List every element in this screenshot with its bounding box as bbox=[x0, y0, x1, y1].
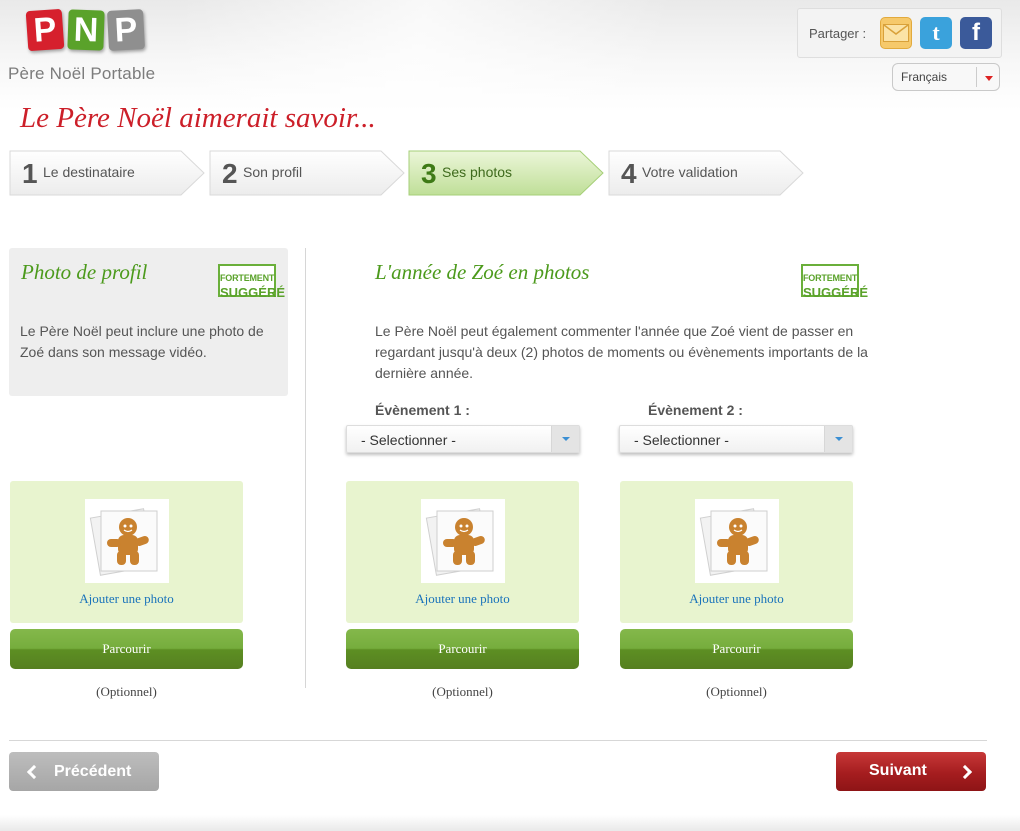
suggested-badge: FORTEMENT SUGGÉRÉ bbox=[218, 264, 286, 300]
event-1-select[interactable]: - Selectionner - bbox=[346, 425, 580, 453]
badge-bottom-text: SUGGÉRÉ bbox=[220, 285, 286, 300]
logo-tile-p2[interactable]: P bbox=[106, 9, 146, 51]
browse-button[interactable]: Parcourir bbox=[620, 629, 853, 669]
add-photo-link[interactable]: Ajouter une photo bbox=[10, 591, 243, 607]
select-value: - Selectionner - bbox=[634, 432, 729, 448]
badge-top-text: FORTEMENT bbox=[220, 273, 275, 283]
badge-top-text: FORTEMENT bbox=[803, 273, 858, 283]
logo-tile-n[interactable]: N bbox=[67, 9, 105, 51]
step-label: Votre validation bbox=[642, 164, 738, 180]
brand-name: Père Noël Portable bbox=[8, 64, 156, 83]
mail-icon[interactable] bbox=[880, 17, 912, 49]
photo-card-event-2[interactable]: Ajouter une photo bbox=[620, 481, 853, 623]
previous-button[interactable]: Précédent bbox=[9, 752, 159, 791]
select-value: - Selectionner - bbox=[361, 432, 456, 448]
photo-card-event-1[interactable]: Ajouter une photo bbox=[346, 481, 579, 623]
events-section-title: L'année de Zoé en photos bbox=[375, 260, 590, 284]
event-1-label: Évènement 1 : bbox=[375, 402, 470, 418]
optional-note: (Optionnel) bbox=[96, 684, 157, 699]
step-label: Ses photos bbox=[442, 164, 513, 180]
chevron-down-icon[interactable] bbox=[824, 426, 852, 452]
step-label: Le destinataire bbox=[43, 164, 135, 180]
step-destinataire[interactable]: 1 Le destinataire bbox=[9, 150, 205, 196]
bottom-divider bbox=[9, 740, 987, 741]
previous-label: Précédent bbox=[54, 763, 132, 780]
events-description: Le Père Noël peut également commenter l'… bbox=[375, 323, 868, 381]
badge-bottom-text: SUGGÉRÉ bbox=[803, 285, 869, 300]
next-label: Suivant bbox=[869, 762, 927, 779]
gingerbread-photo-icon[interactable] bbox=[421, 499, 505, 583]
logo-tile-p[interactable]: P bbox=[25, 8, 65, 52]
step-label: Son profil bbox=[243, 164, 303, 180]
profile-section-title: Photo de profil bbox=[21, 260, 148, 284]
optional-note: (Optionnel) bbox=[432, 684, 493, 699]
step-profil[interactable]: 2 Son profil bbox=[209, 150, 405, 196]
chevron-down-icon[interactable] bbox=[551, 426, 579, 452]
twitter-icon[interactable]: t bbox=[920, 17, 952, 49]
language-divider bbox=[976, 67, 977, 87]
add-photo-link[interactable]: Ajouter une photo bbox=[346, 591, 579, 607]
step-photos-active[interactable]: 3 Ses photos bbox=[408, 150, 604, 196]
gingerbread-photo-icon[interactable] bbox=[85, 499, 169, 583]
chevron-left-icon bbox=[26, 764, 42, 780]
footer-bar bbox=[0, 815, 1020, 831]
gingerbread-photo-icon[interactable] bbox=[695, 499, 779, 583]
chevron-right-icon bbox=[957, 764, 973, 780]
facebook-icon[interactable]: f bbox=[960, 17, 992, 49]
step-number: 4 bbox=[621, 158, 637, 189]
chevron-down-icon[interactable] bbox=[985, 76, 993, 81]
step-validation[interactable]: 4 Votre validation bbox=[608, 150, 804, 196]
add-photo-link[interactable]: Ajouter une photo bbox=[620, 591, 853, 607]
step-number: 3 bbox=[421, 158, 437, 189]
step-number: 2 bbox=[222, 158, 238, 189]
page-title: Le Père Noël aimerait savoir... bbox=[20, 102, 376, 134]
step-number: 1 bbox=[22, 158, 38, 189]
language-value: Français bbox=[901, 70, 948, 84]
optional-note: (Optionnel) bbox=[706, 684, 767, 699]
event-2-select[interactable]: - Selectionner - bbox=[619, 425, 853, 453]
header-sheen bbox=[180, 0, 780, 100]
event-2-label: Évènement 2 : bbox=[648, 402, 743, 418]
browse-button[interactable]: Parcourir bbox=[10, 629, 243, 669]
share-label: Partager : bbox=[809, 26, 867, 41]
suggested-badge: FORTEMENT SUGGÉRÉ bbox=[801, 264, 869, 300]
browse-button[interactable]: Parcourir bbox=[346, 629, 579, 669]
profile-description: Le Père Noël peut inclure une photo de Z… bbox=[20, 323, 264, 360]
section-divider bbox=[305, 248, 306, 688]
photo-card-profile[interactable]: Ajouter une photo bbox=[10, 481, 243, 623]
next-button[interactable]: Suivant bbox=[836, 752, 986, 791]
